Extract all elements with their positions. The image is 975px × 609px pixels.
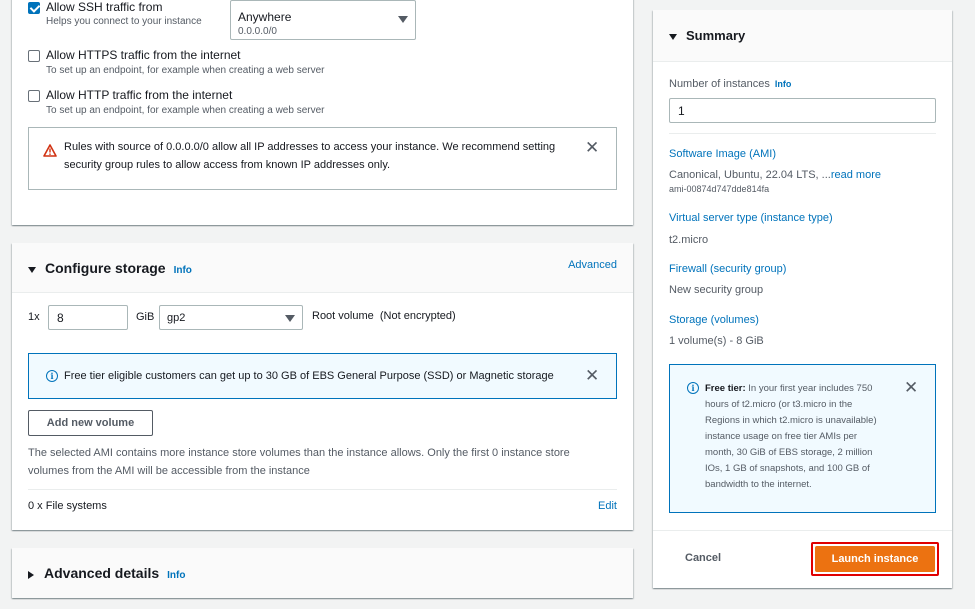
free-tier-storage-text: Free tier eligible customers can get up … xyxy=(64,370,554,382)
divider xyxy=(28,489,617,490)
launch-instance-button[interactable]: Launch instance xyxy=(815,546,935,572)
storage-advanced-link[interactable]: Advanced xyxy=(568,259,617,271)
free-tier-body: In your first year includes 750 hours of… xyxy=(705,383,877,490)
ssh-source-cidr: 0.0.0.0/0 xyxy=(238,26,277,37)
summary-title-row[interactable]: Summary xyxy=(669,28,745,43)
http-label: Allow HTTP traffic from the internet xyxy=(46,88,233,102)
instances-label: Number of instances Info xyxy=(669,78,791,90)
storage-info-link[interactable]: Info xyxy=(174,265,192,276)
volume-type-value: gp2 xyxy=(167,312,186,324)
summary-panel: Summary Number of instances Info 1 Softwa… xyxy=(653,10,952,588)
instance-store-note: The selected AMI contains more instance … xyxy=(28,447,570,477)
close-icon[interactable]: ✕ xyxy=(904,379,918,396)
ami-link[interactable]: Software Image (AMI) xyxy=(669,148,776,160)
root-volume-label: Root volume (Not encrypted) xyxy=(312,310,456,322)
encryption-status: (Not encrypted) xyxy=(379,310,456,322)
network-settings-panel: Allow SSH traffic from Helps you connect… xyxy=(12,0,633,225)
storage-title: Configure storage xyxy=(45,260,166,276)
volume-multiplier: 1x xyxy=(28,311,40,323)
chevron-down-icon xyxy=(285,315,295,322)
volume-unit: GiB xyxy=(136,311,155,323)
ssh-label: Allow SSH traffic from xyxy=(46,0,163,14)
free-tier-bold: Free tier: xyxy=(705,383,746,394)
ssh-source-value: Anywhere xyxy=(238,10,292,24)
instance-type-value: t2.micro xyxy=(669,234,709,246)
storage-header: Configure storage Info Advanced xyxy=(12,243,633,293)
configure-storage-panel: Configure storage Info Advanced 1x 8 GiB … xyxy=(12,243,633,530)
warning-triangle-icon xyxy=(43,144,57,157)
ami-read-more-link[interactable]: read more xyxy=(831,169,881,181)
https-label: Allow HTTPS traffic from the internet xyxy=(46,48,241,62)
storage-volumes-value: 1 volume(s) - 8 GiB xyxy=(669,335,764,347)
firewall-value: New security group xyxy=(669,284,764,296)
ami-value-row: Canonical, Ubuntu, 22.04 LTS, ...read mo… xyxy=(669,169,881,181)
free-tier-storage-alert: i Free tier eligible customers can get u… xyxy=(28,353,617,399)
divider xyxy=(669,133,936,134)
http-description: To set up an endpoint, for example when … xyxy=(46,105,325,116)
https-description: To set up an endpoint, for example when … xyxy=(46,65,325,76)
caret-down-icon xyxy=(28,266,36,273)
advanced-details-toggle[interactable]: Advanced details Info xyxy=(28,565,185,581)
ssh-source-select[interactable]: Anywhere 0.0.0.0/0 xyxy=(230,0,416,40)
info-circle-icon: i xyxy=(687,382,699,394)
warning-text: Rules with source of 0.0.0.0/0 allow all… xyxy=(64,141,556,171)
file-systems-edit-link[interactable]: Edit xyxy=(598,500,617,512)
divider xyxy=(653,530,952,531)
file-systems-count: 0 x File systems xyxy=(28,500,107,512)
open-access-warning-alert: Rules with source of 0.0.0.0/0 allow all… xyxy=(28,127,617,190)
add-new-volume-label: Add new volume xyxy=(46,417,135,429)
ssh-description: Helps you connect to your instance xyxy=(46,16,202,27)
https-checkbox[interactable] xyxy=(28,50,40,62)
caret-down-icon xyxy=(669,33,677,40)
close-icon[interactable]: ✕ xyxy=(585,139,599,156)
number-of-instances-input[interactable]: 1 xyxy=(669,98,936,123)
firewall-link[interactable]: Firewall (security group) xyxy=(669,263,786,275)
free-tier-summary-alert: i Free tier: In your first year includes… xyxy=(669,364,936,513)
root-volume-text: Root volume xyxy=(312,310,374,322)
caret-right-icon xyxy=(28,570,34,579)
volume-size-input[interactable]: 8 xyxy=(48,305,128,330)
ami-value: Canonical, Ubuntu, 22.04 LTS, ... xyxy=(669,169,831,181)
add-new-volume-button[interactable]: Add new volume xyxy=(28,410,153,436)
volume-type-select[interactable]: gp2 xyxy=(159,305,303,330)
instance-type-link[interactable]: Virtual server type (instance type) xyxy=(669,212,833,224)
advanced-details-info-link[interactable]: Info xyxy=(167,570,185,581)
launch-instance-label: Launch instance xyxy=(831,553,919,565)
advanced-details-title: Advanced details xyxy=(44,565,160,581)
summary-title: Summary xyxy=(686,28,746,43)
launch-instance-highlight: Launch instance xyxy=(811,542,939,576)
instances-label-text: Number of instances xyxy=(669,78,770,90)
instances-info-link[interactable]: Info xyxy=(775,79,792,89)
storage-volumes-link[interactable]: Storage (volumes) xyxy=(669,314,759,326)
close-icon[interactable]: ✕ xyxy=(585,367,599,384)
volume-size-value: 8 xyxy=(57,310,64,325)
storage-title-row[interactable]: Configure storage Info xyxy=(28,260,192,276)
http-checkbox[interactable] xyxy=(28,90,40,102)
chevron-down-icon xyxy=(398,16,408,23)
info-circle-icon: i xyxy=(46,370,58,382)
ssh-checkbox[interactable] xyxy=(28,2,40,14)
cancel-button[interactable]: Cancel xyxy=(685,552,721,564)
advanced-details-panel: Advanced details Info xyxy=(12,548,633,598)
ami-id: ami-00874d747dde814fa xyxy=(669,184,770,194)
instances-value: 1 xyxy=(678,103,685,118)
free-tier-summary-text: Free tier: In your first year includes 7… xyxy=(705,381,885,493)
summary-header: Summary xyxy=(653,10,952,62)
